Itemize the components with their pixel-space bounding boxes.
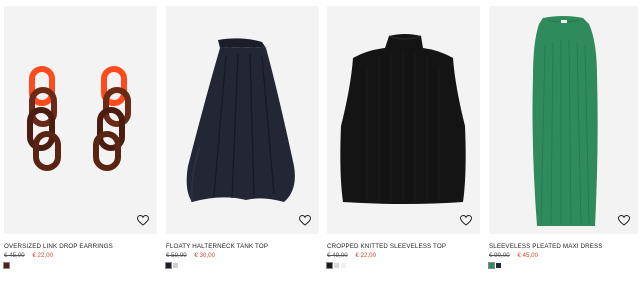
sale-price: € 22,00	[355, 252, 377, 259]
product-image[interactable]	[489, 6, 638, 234]
color-swatch[interactable]	[341, 263, 346, 268]
original-price: € 45,00	[4, 252, 25, 259]
earrings-image	[27, 66, 131, 171]
color-swatches	[164, 261, 319, 270]
sale-price: € 30,00	[194, 252, 216, 259]
sale-price: € 22,00	[32, 252, 54, 259]
heart-outline-icon[interactable]	[618, 215, 630, 226]
product-image[interactable]	[4, 6, 157, 234]
product-card[interactable]: OVERSIZED LINK DROP EARRINGS € 45,00 € 2…	[2, 6, 157, 276]
color-swatch[interactable]	[496, 263, 501, 268]
product-card[interactable]: SLEEVELESS PLEATED MAXI DRESS € 90,00 € …	[487, 6, 638, 276]
original-price: € 49,00	[327, 252, 348, 259]
color-swatch[interactable]	[164, 261, 173, 270]
price-row: € 90,00 € 45,00	[489, 252, 638, 260]
halterneck-top-image	[186, 38, 295, 203]
original-price: € 90,00	[489, 252, 510, 259]
product-title[interactable]: FLOATY HALTERNECK TANK TOP	[166, 243, 319, 251]
color-swatch[interactable]	[2, 261, 11, 270]
price-row: € 59,00 € 30,00	[166, 252, 319, 260]
color-swatch[interactable]	[325, 261, 334, 270]
color-swatch[interactable]	[487, 261, 496, 270]
color-swatch[interactable]	[334, 263, 339, 268]
color-swatches	[325, 261, 480, 270]
maxi-dress-image	[532, 16, 598, 226]
product-image[interactable]	[166, 6, 319, 234]
price-row: € 49,00 € 22,00	[327, 252, 480, 260]
color-swatch[interactable]	[173, 263, 178, 268]
sale-price: € 45,00	[517, 252, 539, 259]
product-card[interactable]: CROPPED KNITTED SLEEVELESS TOP € 49,00 €…	[325, 6, 480, 276]
product-title[interactable]: OVERSIZED LINK DROP EARRINGS	[4, 243, 157, 251]
heart-outline-icon[interactable]	[137, 215, 149, 226]
product-title[interactable]: SLEEVELESS PLEATED MAXI DRESS	[489, 243, 638, 251]
original-price: € 59,00	[166, 252, 187, 259]
heart-outline-icon[interactable]	[299, 215, 311, 226]
product-card[interactable]: FLOATY HALTERNECK TANK TOP € 59,00 € 30,…	[164, 6, 319, 276]
product-image[interactable]	[327, 6, 480, 234]
knitted-top-image	[340, 34, 466, 204]
color-swatches	[2, 261, 157, 270]
product-title[interactable]: CROPPED KNITTED SLEEVELESS TOP	[327, 243, 480, 251]
heart-outline-icon[interactable]	[460, 215, 472, 226]
product-grid: OVERSIZED LINK DROP EARRINGS € 45,00 € 2…	[0, 0, 640, 282]
color-swatches	[487, 261, 638, 270]
price-row: € 45,00 € 22,00	[4, 252, 157, 260]
